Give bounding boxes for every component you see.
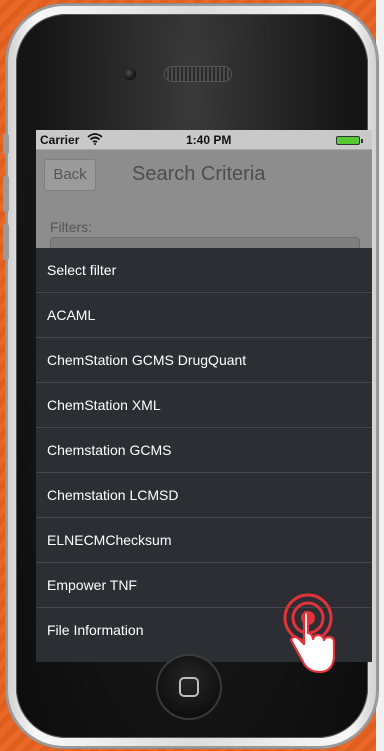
status-bar: Carrier 1:40 PM — [36, 130, 372, 150]
picker-item-chemstation-lcmsd[interactable]: Chemstation LCMSD — [36, 473, 372, 518]
back-button[interactable]: Back — [44, 159, 96, 191]
page-title: Search Criteria — [132, 163, 266, 185]
picker-item-acaml[interactable]: ACAML — [36, 293, 372, 338]
home-button[interactable] — [158, 656, 220, 718]
wifi-icon — [87, 133, 103, 145]
picker-item-chemstation-gcms[interactable]: Chemstation GCMS — [36, 428, 372, 473]
navigation-bar: Back Search Criteria — [36, 150, 372, 200]
earpiece-speaker — [164, 66, 232, 82]
tap-hand-icon — [283, 593, 336, 674]
home-square-icon — [179, 677, 199, 697]
phone-screen: Carrier 1:40 PM Back Search Criteria Fil… — [36, 130, 372, 662]
filters-label: Filters: — [50, 219, 92, 235]
picker-item-chemstation-gcms-drugquant[interactable]: ChemStation GCMS DrugQuant — [36, 338, 372, 383]
mute-switch — [3, 134, 9, 154]
picker-item-select-filter[interactable]: Select filter — [36, 248, 372, 293]
front-camera — [124, 68, 136, 80]
volume-down-button — [3, 224, 9, 260]
picker-item-elnecmchecksum[interactable]: ELNECMChecksum — [36, 518, 372, 563]
battery-icon — [336, 136, 363, 145]
picker-item-chemstation-xml[interactable]: ChemStation XML — [36, 383, 372, 428]
volume-up-button — [3, 176, 9, 212]
status-time: 1:40 PM — [186, 133, 232, 147]
carrier-label: Carrier — [40, 133, 80, 147]
